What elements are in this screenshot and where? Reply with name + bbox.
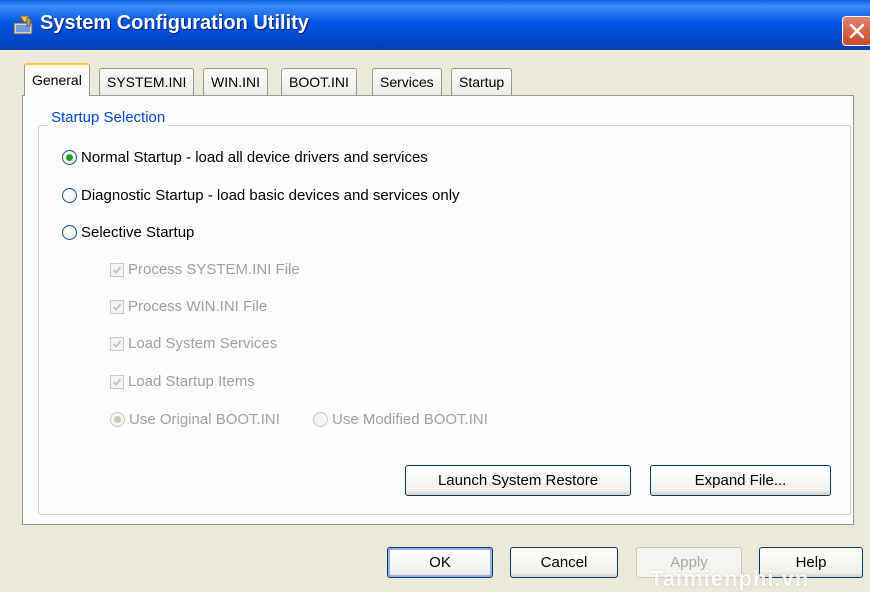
use-modified-boot-ini-radio[interactable]: Use Modified BOOT.INI xyxy=(313,411,488,428)
use-original-boot-ini-radio[interactable]: Use Original BOOT.INI xyxy=(110,411,280,428)
title-bar[interactable]: System Configuration Utility xyxy=(0,0,870,50)
tab-win-ini[interactable]: WIN.INI xyxy=(203,68,268,95)
checkbox-indicator[interactable] xyxy=(110,336,124,351)
watermark: Taimienphi.vn xyxy=(650,566,810,591)
cancel-button[interactable]: Cancel xyxy=(510,547,618,578)
load-startup-items-checkbox[interactable]: Load Startup Items xyxy=(110,373,255,390)
startup-selection-group xyxy=(38,125,851,515)
close-button[interactable] xyxy=(842,16,870,46)
checkbox-indicator[interactable] xyxy=(110,262,124,277)
checkmark-icon xyxy=(112,265,122,274)
normal-startup-radio[interactable]: Normal Startup - load all device drivers… xyxy=(62,149,428,166)
load-startup-items-label: Load Startup Items xyxy=(128,373,255,390)
tab-services[interactable]: Services xyxy=(372,68,442,95)
radio-indicator[interactable] xyxy=(313,412,328,427)
radio-indicator[interactable] xyxy=(62,188,77,203)
diagnostic-startup-label: Diagnostic Startup - load basic devices … xyxy=(81,187,460,204)
use-original-boot-ini-label: Use Original BOOT.INI xyxy=(129,411,280,428)
ok-button[interactable]: OK xyxy=(387,547,493,578)
diagnostic-startup-radio[interactable]: Diagnostic Startup - load basic devices … xyxy=(62,187,460,204)
process-win-ini-checkbox[interactable]: Process WIN.INI File xyxy=(110,298,267,315)
system-config-icon xyxy=(12,14,36,36)
tab-system-ini[interactable]: SYSTEM.INI xyxy=(99,68,195,95)
checkmark-icon xyxy=(112,339,122,348)
close-icon xyxy=(849,23,865,39)
radio-indicator[interactable] xyxy=(62,150,77,165)
checkmark-icon xyxy=(112,302,122,311)
use-modified-boot-ini-label: Use Modified BOOT.INI xyxy=(332,411,488,428)
load-system-services-label: Load System Services xyxy=(128,335,278,352)
radio-indicator[interactable] xyxy=(62,225,77,240)
startup-selection-label: Startup Selection xyxy=(48,109,169,126)
tab-boot-ini[interactable]: BOOT.INI xyxy=(281,68,357,95)
checkbox-indicator[interactable] xyxy=(110,374,124,389)
process-system-ini-label: Process SYSTEM.INI File xyxy=(128,261,300,278)
checkbox-indicator[interactable] xyxy=(110,299,124,314)
process-system-ini-checkbox[interactable]: Process SYSTEM.INI File xyxy=(110,261,300,278)
checkmark-icon xyxy=(112,377,122,386)
window-title: System Configuration Utility xyxy=(40,12,309,34)
tab-startup[interactable]: Startup xyxy=(451,68,513,95)
selective-startup-radio[interactable]: Selective Startup xyxy=(62,224,194,241)
selective-startup-label: Selective Startup xyxy=(81,224,195,241)
normal-startup-label: Normal Startup - load all device drivers… xyxy=(81,149,428,166)
radio-indicator[interactable] xyxy=(110,412,125,427)
process-win-ini-label: Process WIN.INI File xyxy=(128,298,268,315)
load-system-services-checkbox[interactable]: Load System Services xyxy=(110,335,277,352)
launch-system-restore-button[interactable]: Launch System Restore xyxy=(405,465,631,496)
expand-file-button[interactable]: Expand File... xyxy=(650,465,831,496)
tab-general[interactable]: General xyxy=(24,63,90,96)
